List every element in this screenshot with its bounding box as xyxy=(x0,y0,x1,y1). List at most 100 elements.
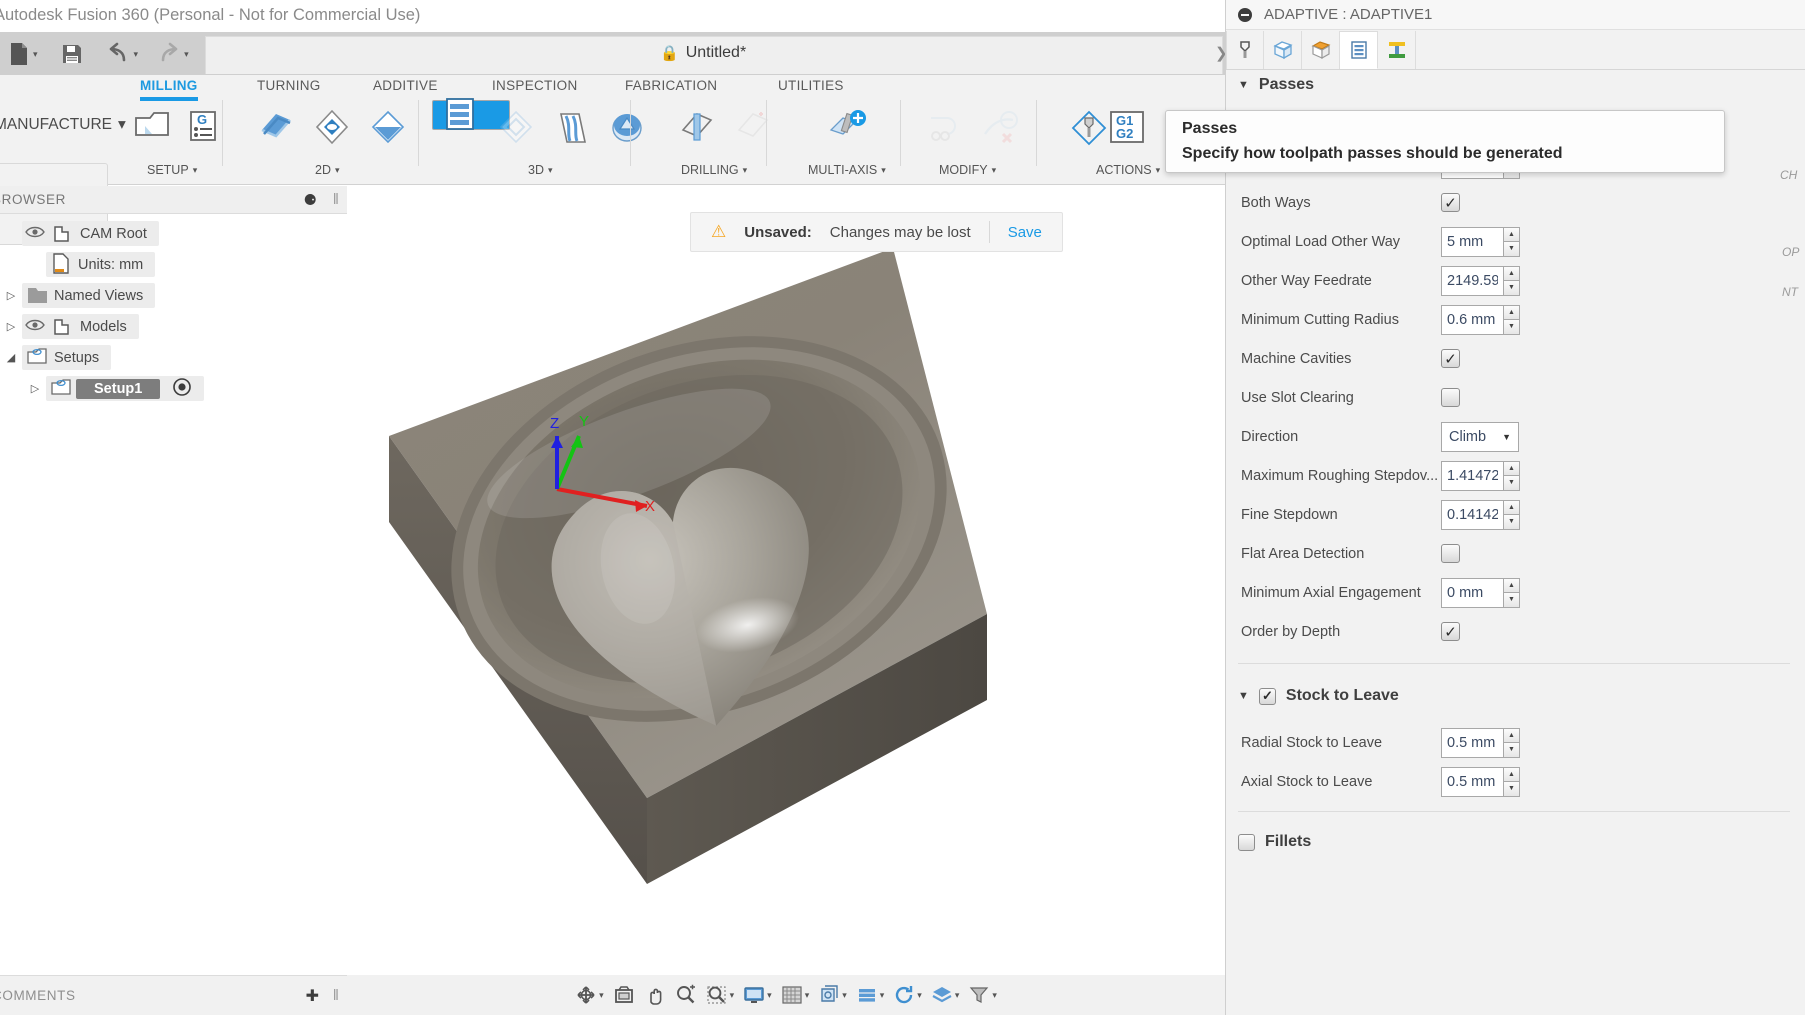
linking-tab[interactable] xyxy=(1378,31,1416,69)
heights-tab[interactable] xyxy=(1302,31,1340,69)
chevron-down-icon[interactable]: ▾ xyxy=(33,49,38,60)
field-control[interactable]: ▲▼ xyxy=(1441,226,1520,257)
expand-arrow-icon[interactable]: ▷ xyxy=(24,382,46,395)
setup-target-icon[interactable] xyxy=(172,377,192,401)
checkbox[interactable] xyxy=(1441,388,1460,407)
ribbon-group--d[interactable]: 2D ▾ xyxy=(315,163,340,177)
spinner-control[interactable]: ▲▼ xyxy=(1441,460,1520,491)
multiaxis-contour-icon[interactable] xyxy=(820,100,874,156)
spinner-down-icon[interactable]: ▼ xyxy=(1503,742,1520,758)
ribbon-group-drilling[interactable]: DRILLING ▾ xyxy=(681,163,747,177)
trim-icon[interactable] xyxy=(918,100,972,156)
dropdown[interactable]: Climb ▼ xyxy=(1441,421,1519,452)
spinner-control[interactable]: ▲▼ xyxy=(1441,226,1520,257)
caret-down-icon[interactable]: ▼ xyxy=(1238,690,1249,702)
field-control[interactable]: ▲▼ xyxy=(1441,265,1520,296)
zoom-button[interactable] xyxy=(672,982,700,1008)
spinner-control[interactable]: ▲▼ xyxy=(1441,766,1520,797)
chevron-down-icon[interactable]: ▾ xyxy=(599,990,604,1001)
parallel-icon[interactable] xyxy=(544,100,598,156)
field-control[interactable]: ▲▼ xyxy=(1441,766,1520,797)
field-control[interactable]: ▲▼ xyxy=(1441,499,1520,530)
chevron-down-icon[interactable]: ▾ xyxy=(743,165,748,176)
pocket-clearing-icon[interactable] xyxy=(489,100,543,156)
expand-arrow-icon[interactable]: ▷ xyxy=(0,320,22,333)
field-control[interactable]: Climb ▼ xyxy=(1441,421,1519,452)
spinner-up-icon[interactable]: ▲ xyxy=(1503,304,1520,319)
look-at-button[interactable] xyxy=(610,982,638,1008)
panel-grip-icon[interactable]: ‖ xyxy=(333,987,339,1004)
spinner-down-icon[interactable]: ▼ xyxy=(1503,592,1520,608)
spinner-buttons[interactable]: ▲▼ xyxy=(1503,226,1520,257)
field-control[interactable] xyxy=(1441,388,1460,407)
field-control[interactable]: ✓ xyxy=(1441,622,1460,641)
minimize-icon[interactable] xyxy=(1238,7,1252,22)
spinner-buttons[interactable]: ▲▼ xyxy=(1503,304,1520,335)
grid-snaps-button[interactable]: ▾ xyxy=(778,982,813,1008)
value-input[interactable] xyxy=(1441,226,1503,257)
spinner-buttons[interactable]: ▲▼ xyxy=(1503,766,1520,797)
chevron-down-icon[interactable]: ▼ xyxy=(1502,432,1511,442)
chevron-down-icon[interactable]: ▾ xyxy=(992,165,997,176)
field-control[interactable] xyxy=(1441,544,1460,563)
spinner-down-icon[interactable]: ▼ xyxy=(1503,280,1520,296)
value-input[interactable] xyxy=(1441,766,1503,797)
ribbon-tab-additive[interactable]: ADDITIVE xyxy=(373,78,438,93)
ribbon-group--d[interactable]: 3D ▾ xyxy=(528,163,553,177)
geometry-tab[interactable] xyxy=(1264,31,1302,69)
spinner-control[interactable]: ▲▼ xyxy=(1441,499,1520,530)
ribbon-tab-inspection[interactable]: INSPECTION xyxy=(492,78,578,93)
field-control[interactable]: ▲▼ xyxy=(1441,577,1520,608)
value-input[interactable] xyxy=(1441,304,1503,335)
save-link[interactable]: Save xyxy=(1008,224,1042,241)
viewport-canvas[interactable]: X Y Z xyxy=(347,214,1225,974)
scallop-icon[interactable] xyxy=(600,100,654,156)
passes-fields-scroll[interactable]: Machine Shallow AreasOptimal Load▲▼Both … xyxy=(1226,105,1805,895)
value-input[interactable] xyxy=(1441,499,1503,530)
ncprogram-icon[interactable]: G xyxy=(178,100,232,156)
chevron-down-icon[interactable]: ▾ xyxy=(730,990,735,1001)
section-checkbox[interactable] xyxy=(1238,833,1255,851)
chevron-down-icon[interactable]: ▾ xyxy=(548,165,553,176)
tree-item-units--mm[interactable]: Units: mm xyxy=(0,249,347,280)
value-input[interactable] xyxy=(1441,460,1503,491)
spinner-up-icon[interactable]: ▲ xyxy=(1503,265,1520,280)
tree-item-named-views[interactable]: ▷ Named Views xyxy=(0,280,347,311)
passes-tab[interactable] xyxy=(1340,31,1378,69)
field-control[interactable]: ✓ xyxy=(1441,193,1460,212)
chevron-down-icon[interactable]: ▾ xyxy=(842,990,847,1001)
spinner-down-icon[interactable]: ▼ xyxy=(1503,475,1520,491)
face-icon[interactable] xyxy=(249,100,303,156)
caret-down-icon[interactable]: ▼ xyxy=(1238,79,1249,91)
visual-style-button[interactable]: ▾ xyxy=(928,982,963,1008)
checkbox[interactable]: ✓ xyxy=(1441,193,1460,212)
panel-grip-icon[interactable]: ‖ xyxy=(333,191,339,208)
spinner-buttons[interactable]: ▲▼ xyxy=(1503,460,1520,491)
redo-button[interactable]: ▾ xyxy=(153,35,192,73)
spinner-buttons[interactable]: ▲▼ xyxy=(1503,265,1520,296)
display-settings-button[interactable]: ▾ xyxy=(740,982,775,1008)
ribbon-tab-utilities[interactable]: UTILITIES xyxy=(778,78,844,93)
ribbon-group-setup[interactable]: SETUP ▾ xyxy=(147,163,197,177)
spinner-up-icon[interactable]: ▲ xyxy=(1503,577,1520,592)
zoom-window-button[interactable]: ▾ xyxy=(703,982,738,1008)
passes-section-header[interactable]: ▼ Passes xyxy=(1238,76,1314,94)
chevron-down-icon[interactable]: ▾ xyxy=(805,990,810,1001)
eye-icon[interactable] xyxy=(22,318,48,336)
spinner-control[interactable]: ▲▼ xyxy=(1441,727,1520,758)
spinner-down-icon[interactable]: ▼ xyxy=(1503,319,1520,335)
chevron-down-icon[interactable]: ▾ xyxy=(134,49,139,60)
spinner-up-icon[interactable]: ▲ xyxy=(1503,226,1520,241)
chevron-down-icon[interactable]: ▾ xyxy=(193,165,198,176)
chevron-down-icon[interactable]: ▾ xyxy=(335,165,340,176)
chevron-down-icon[interactable]: ▾ xyxy=(955,990,960,1001)
drill-icon[interactable] xyxy=(670,100,724,156)
fillets-section-header[interactable]: Fillets xyxy=(1238,833,1311,851)
2d-pocket-icon[interactable] xyxy=(361,100,415,156)
spinner-up-icon[interactable]: ▲ xyxy=(1503,460,1520,475)
filter-button[interactable]: ▾ xyxy=(965,982,1000,1008)
spinner-control[interactable]: ▲▼ xyxy=(1441,265,1520,296)
ribbon-tab-milling[interactable]: MILLING xyxy=(140,78,198,101)
ribbon-group-actions[interactable]: ACTIONS ▾ xyxy=(1096,163,1160,177)
value-input[interactable] xyxy=(1441,727,1503,758)
